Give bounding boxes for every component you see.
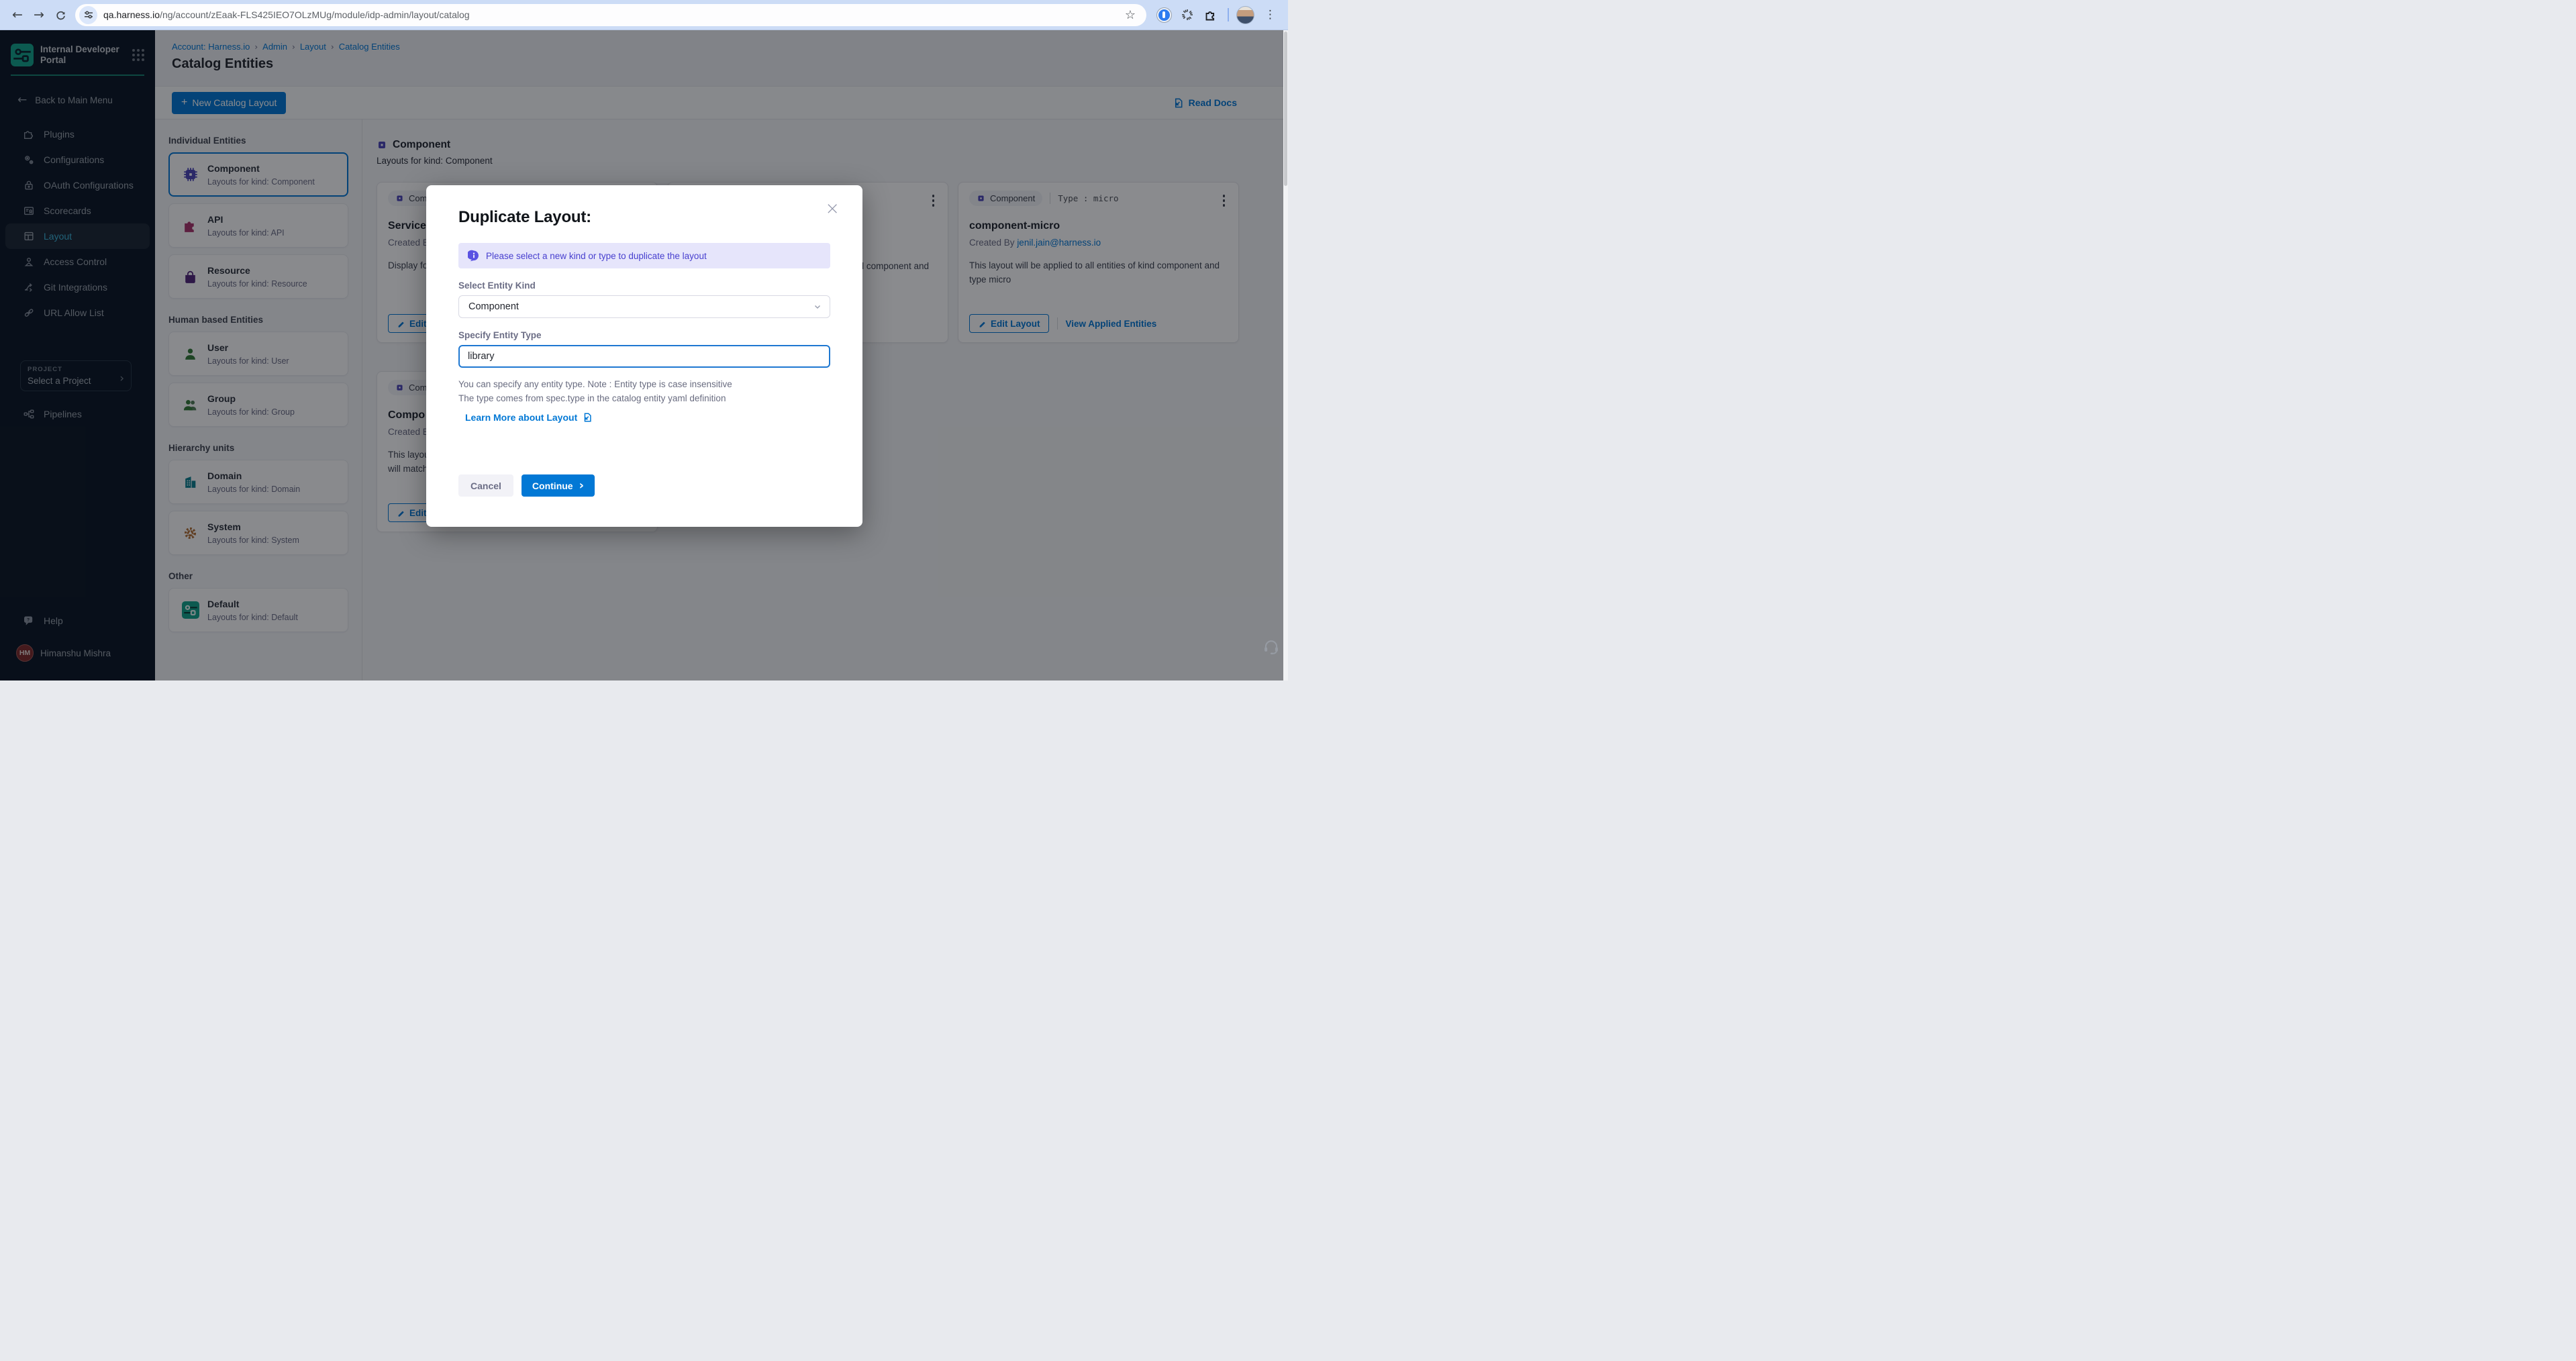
info-banner: Please select a new kind or type to dupl… xyxy=(458,243,830,268)
url-path: /ng/account/zEaak-FLS425IEO7OLzMUg/modul… xyxy=(160,9,469,20)
browser-menu-icon[interactable]: ⋮ xyxy=(1259,8,1281,21)
entity-kind-select[interactable]: Component xyxy=(458,295,830,318)
spinner-extension-icon[interactable] xyxy=(1178,5,1197,24)
reload-button[interactable] xyxy=(50,4,71,26)
bookmark-star-icon[interactable]: ☆ xyxy=(1118,8,1142,22)
modal-title: Duplicate Layout: xyxy=(458,208,830,227)
chevron-right-icon: › xyxy=(579,480,584,492)
chevron-down-icon xyxy=(813,303,822,313)
duplicate-layout-modal: Duplicate Layout: × Please select a new … xyxy=(426,185,862,527)
site-settings-icon[interactable] xyxy=(79,6,97,24)
browser-profile-avatar[interactable] xyxy=(1236,6,1254,24)
reload-icon xyxy=(55,9,66,21)
page: Internal Developer Portal ← Back to Main… xyxy=(0,30,1288,680)
learn-more-link[interactable]: Learn More about Layout xyxy=(465,412,830,423)
entity-type-input[interactable] xyxy=(458,345,830,368)
chrome-separator xyxy=(1228,8,1229,21)
doc-external-icon xyxy=(582,412,593,423)
browser-chrome: ← → qa.harness.io/ng/account/zEaak-FLS42… xyxy=(0,0,1288,30)
info-icon xyxy=(468,250,480,262)
screen: ← → qa.harness.io/ng/account/zEaak-FLS42… xyxy=(0,0,1288,680)
cancel-button[interactable]: Cancel xyxy=(458,474,513,497)
close-icon[interactable]: × xyxy=(820,196,845,221)
back-button[interactable]: ← xyxy=(7,4,28,26)
help-text: You can specify any entity type. Note : … xyxy=(458,377,830,405)
extensions-puzzle-icon[interactable] xyxy=(1201,5,1220,24)
chrome-right-controls: ⋮ xyxy=(1154,5,1281,24)
support-headset-icon[interactable] xyxy=(1262,638,1280,659)
password-extension-icon[interactable] xyxy=(1154,5,1173,24)
forward-button[interactable]: → xyxy=(28,4,50,26)
url-bar[interactable]: qa.harness.io/ng/account/zEaak-FLS425IEO… xyxy=(75,4,1146,26)
scrollbar-thumb[interactable] xyxy=(1284,32,1287,186)
scrollbar[interactable] xyxy=(1283,30,1288,680)
url-text: qa.harness.io/ng/account/zEaak-FLS425IEO… xyxy=(103,9,470,20)
url-host: qa.harness.io xyxy=(103,9,160,20)
type-label: Specify Entity Type xyxy=(458,330,830,340)
continue-button[interactable]: Continue › xyxy=(522,474,595,497)
kind-label: Select Entity Kind xyxy=(458,281,830,291)
